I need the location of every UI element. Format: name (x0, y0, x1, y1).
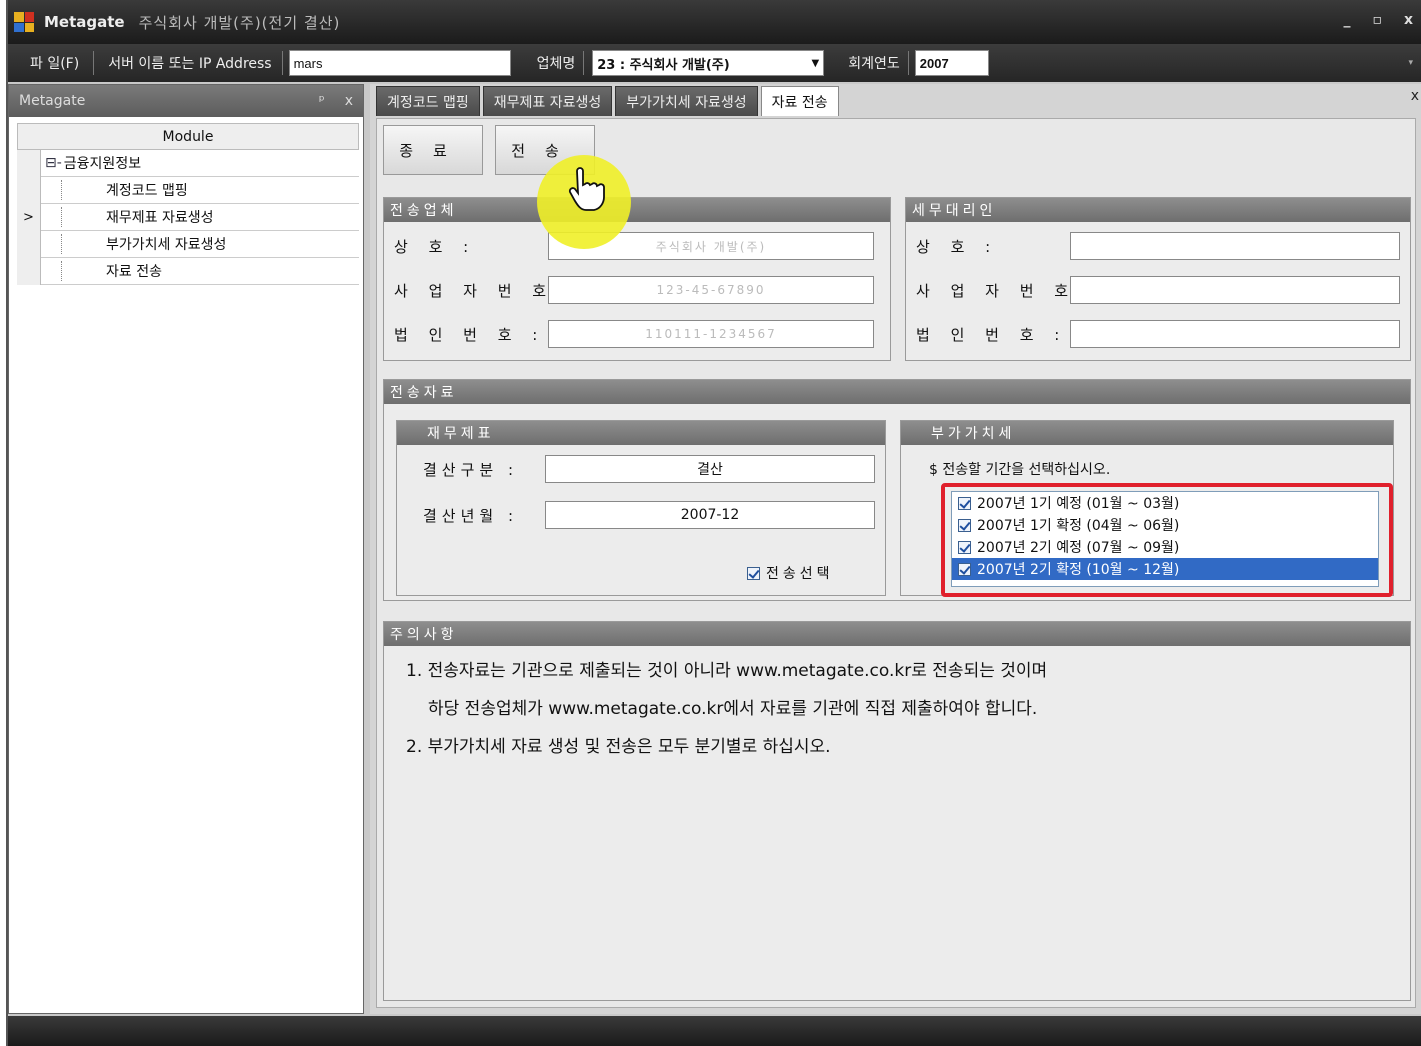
notice-title: 주의사항 (384, 622, 1410, 646)
tree-item-financial-info[interactable]: 금융지원정보 (62, 153, 141, 173)
agent-bizno-field[interactable] (1070, 276, 1400, 304)
tree-row[interactable]: 계정코드 맵핑 (17, 176, 359, 204)
tree-row[interactable]: > 재무제표 자료생성 (17, 203, 359, 231)
sender-corpno-label: 법 인 번 호 : (394, 325, 546, 344)
highlight-frame (941, 483, 1393, 597)
settlement-type-label: 결산구분 : (423, 460, 519, 479)
tab-vat-data[interactable]: 부가가치세 자료생성 (615, 86, 758, 116)
current-row-marker: > (17, 203, 41, 231)
hand-pointer-icon (568, 167, 605, 211)
financial-section: 재무제표 결산구분 : 결산 결산년월 : 2007-12 전송선택 (396, 420, 886, 596)
maximize-button[interactable]: ▫ (1372, 12, 1382, 28)
transfer-page: 종료 전송 전송업체 상 호 : 주식회사 개발(주) 사 업 자 번 호 : … (376, 118, 1416, 1008)
notice-line: 1. 전송자료는 기관으로 제출되는 것이 아니라 www.metagate.c… (406, 661, 1048, 681)
expand-collapse-icon[interactable]: ⊟- (41, 155, 62, 171)
send-select-checkbox[interactable]: 전송선택 (747, 563, 834, 583)
financial-title: 재무제표 (397, 421, 885, 445)
transfer-data-title: 전송자료 (384, 380, 1410, 404)
tab-close-icon[interactable]: x (1411, 88, 1419, 104)
tree-item-vat-data[interactable]: 부가가치세 자료생성 (61, 234, 226, 254)
agent-name-field[interactable] (1070, 232, 1400, 260)
app-grid-icon (14, 12, 34, 32)
panel-close-icon[interactable]: x (345, 93, 353, 109)
sender-bizno-label: 사 업 자 번 호 : (394, 281, 580, 300)
pin-icon[interactable]: ᵖ (319, 93, 325, 109)
notice-line: 2. 부가가치세 자료 생성 및 전송은 모두 분기별로 하십시오. (406, 737, 831, 757)
vat-instruction: $ 전송할 기간을 선택하십시오. (929, 462, 1111, 478)
toolbar-overflow-icon[interactable]: ▾ (1408, 58, 1413, 68)
chevron-down-icon: ▼ (811, 57, 820, 69)
app-window: Metagate 주식회사 개발(주)(전기 결산) _ ▫ x 파 일(F) … (6, 0, 1421, 1046)
panel-title: Metagate (19, 93, 86, 109)
year-input[interactable] (914, 50, 989, 76)
title-bar: Metagate 주식회사 개발(주)(전기 결산) _ ▫ x (8, 0, 1421, 44)
agent-corpno-field[interactable] (1070, 320, 1400, 348)
tree-item-data-transfer[interactable]: 자료 전송 (61, 261, 162, 281)
company-value: 23 : 주식회사 개발(주) (597, 57, 730, 73)
agent-bizno-label: 사 업 자 번 호 : (916, 281, 1102, 300)
toolbar: 파 일(F) 서버 이름 또는 IP Address 업체명 23 : 주식회사… (8, 44, 1421, 82)
settlement-month-field[interactable]: 2007-12 (545, 501, 875, 529)
sender-section: 전송업체 상 호 : 주식회사 개발(주) 사 업 자 번 호 : 123-45… (383, 197, 891, 361)
document-title: 주식회사 개발(주)(전기 결산) (138, 13, 341, 32)
main-area: 계정코드 맵핑 재무제표 자료생성 부가가치세 자료생성 자료 전송 x 종료 … (370, 84, 1421, 1014)
sender-title: 전송업체 (384, 198, 890, 222)
tab-financial-statements[interactable]: 재무제표 자료생성 (482, 86, 613, 116)
close-window-button[interactable]: x (1404, 12, 1413, 28)
agent-name-label: 상 호 : (916, 237, 999, 256)
tree-row[interactable]: 자료 전송 (17, 257, 359, 285)
tab-data-transfer[interactable]: 자료 전송 (760, 86, 839, 116)
status-bar (8, 1016, 1421, 1046)
panel-header: Metagate ᵖ x (9, 85, 363, 117)
company-label: 업체명 (536, 56, 576, 72)
agent-corpno-label: 법 인 번 호 : (916, 325, 1068, 344)
checkbox-icon[interactable] (747, 566, 760, 580)
vat-title: 부가가치세 (901, 421, 1393, 445)
tree-item-account-mapping[interactable]: 계정코드 맵핑 (61, 180, 188, 200)
module-panel: Metagate ᵖ x Module ⊟- 금융지원정보 계정코드 맵핑 > … (8, 84, 364, 1014)
notice-section: 주의사항 1. 전송자료는 기관으로 제출되는 것이 아니라 www.metag… (383, 621, 1411, 1001)
company-select[interactable]: 23 : 주식회사 개발(주) ▼ (592, 50, 825, 76)
notice-line: 하당 전송업체가 www.metagate.co.kr에서 자료를 기관에 직접… (428, 699, 1038, 719)
tree-row[interactable]: ⊟- 금융지원정보 (17, 149, 359, 177)
tree-row[interactable]: 부가가치세 자료생성 (17, 230, 359, 258)
sender-corpno-field[interactable]: 110111-1234567 (548, 320, 874, 348)
server-label: 서버 이름 또는 IP Address (108, 56, 272, 72)
module-tree: Module ⊟- 금융지원정보 계정코드 맵핑 > 재무제표 자료생성 부가가… (17, 123, 359, 285)
tab-bar: 계정코드 맵핑 재무제표 자료생성 부가가치세 자료생성 자료 전송 (376, 86, 842, 116)
tab-account-mapping[interactable]: 계정코드 맵핑 (376, 86, 480, 116)
settlement-type-field[interactable]: 결산 (545, 455, 875, 483)
server-input[interactable] (288, 50, 511, 76)
tree-item-financial-statements[interactable]: 재무제표 자료생성 (61, 207, 214, 227)
send-select-label: 전송선택 (766, 566, 834, 582)
vat-section: 부가가치세 $ 전송할 기간을 선택하십시오. 2007년 1기 예정 (01월… (900, 420, 1394, 597)
file-menu[interactable]: 파 일(F) (26, 53, 83, 73)
minimize-button[interactable]: _ (1343, 12, 1350, 28)
sender-name-label: 상 호 : (394, 237, 477, 256)
module-column-header: Module (162, 128, 214, 145)
app-title: Metagate (44, 13, 125, 31)
sender-bizno-field[interactable]: 123-45-67890 (548, 276, 874, 304)
agent-section: 세무대리인 상 호 : 사 업 자 번 호 : 법 인 번 호 : (905, 197, 1411, 361)
year-label: 회계연도 (848, 56, 900, 72)
settlement-month-label: 결산년월 : (423, 506, 519, 525)
close-button[interactable]: 종료 (383, 125, 483, 175)
agent-title: 세무대리인 (906, 198, 1410, 222)
transfer-data-section: 전송자료 재무제표 결산구분 : 결산 결산년월 : 2007-12 전송선택 (383, 379, 1411, 601)
tree-header-row: Module (17, 123, 359, 150)
